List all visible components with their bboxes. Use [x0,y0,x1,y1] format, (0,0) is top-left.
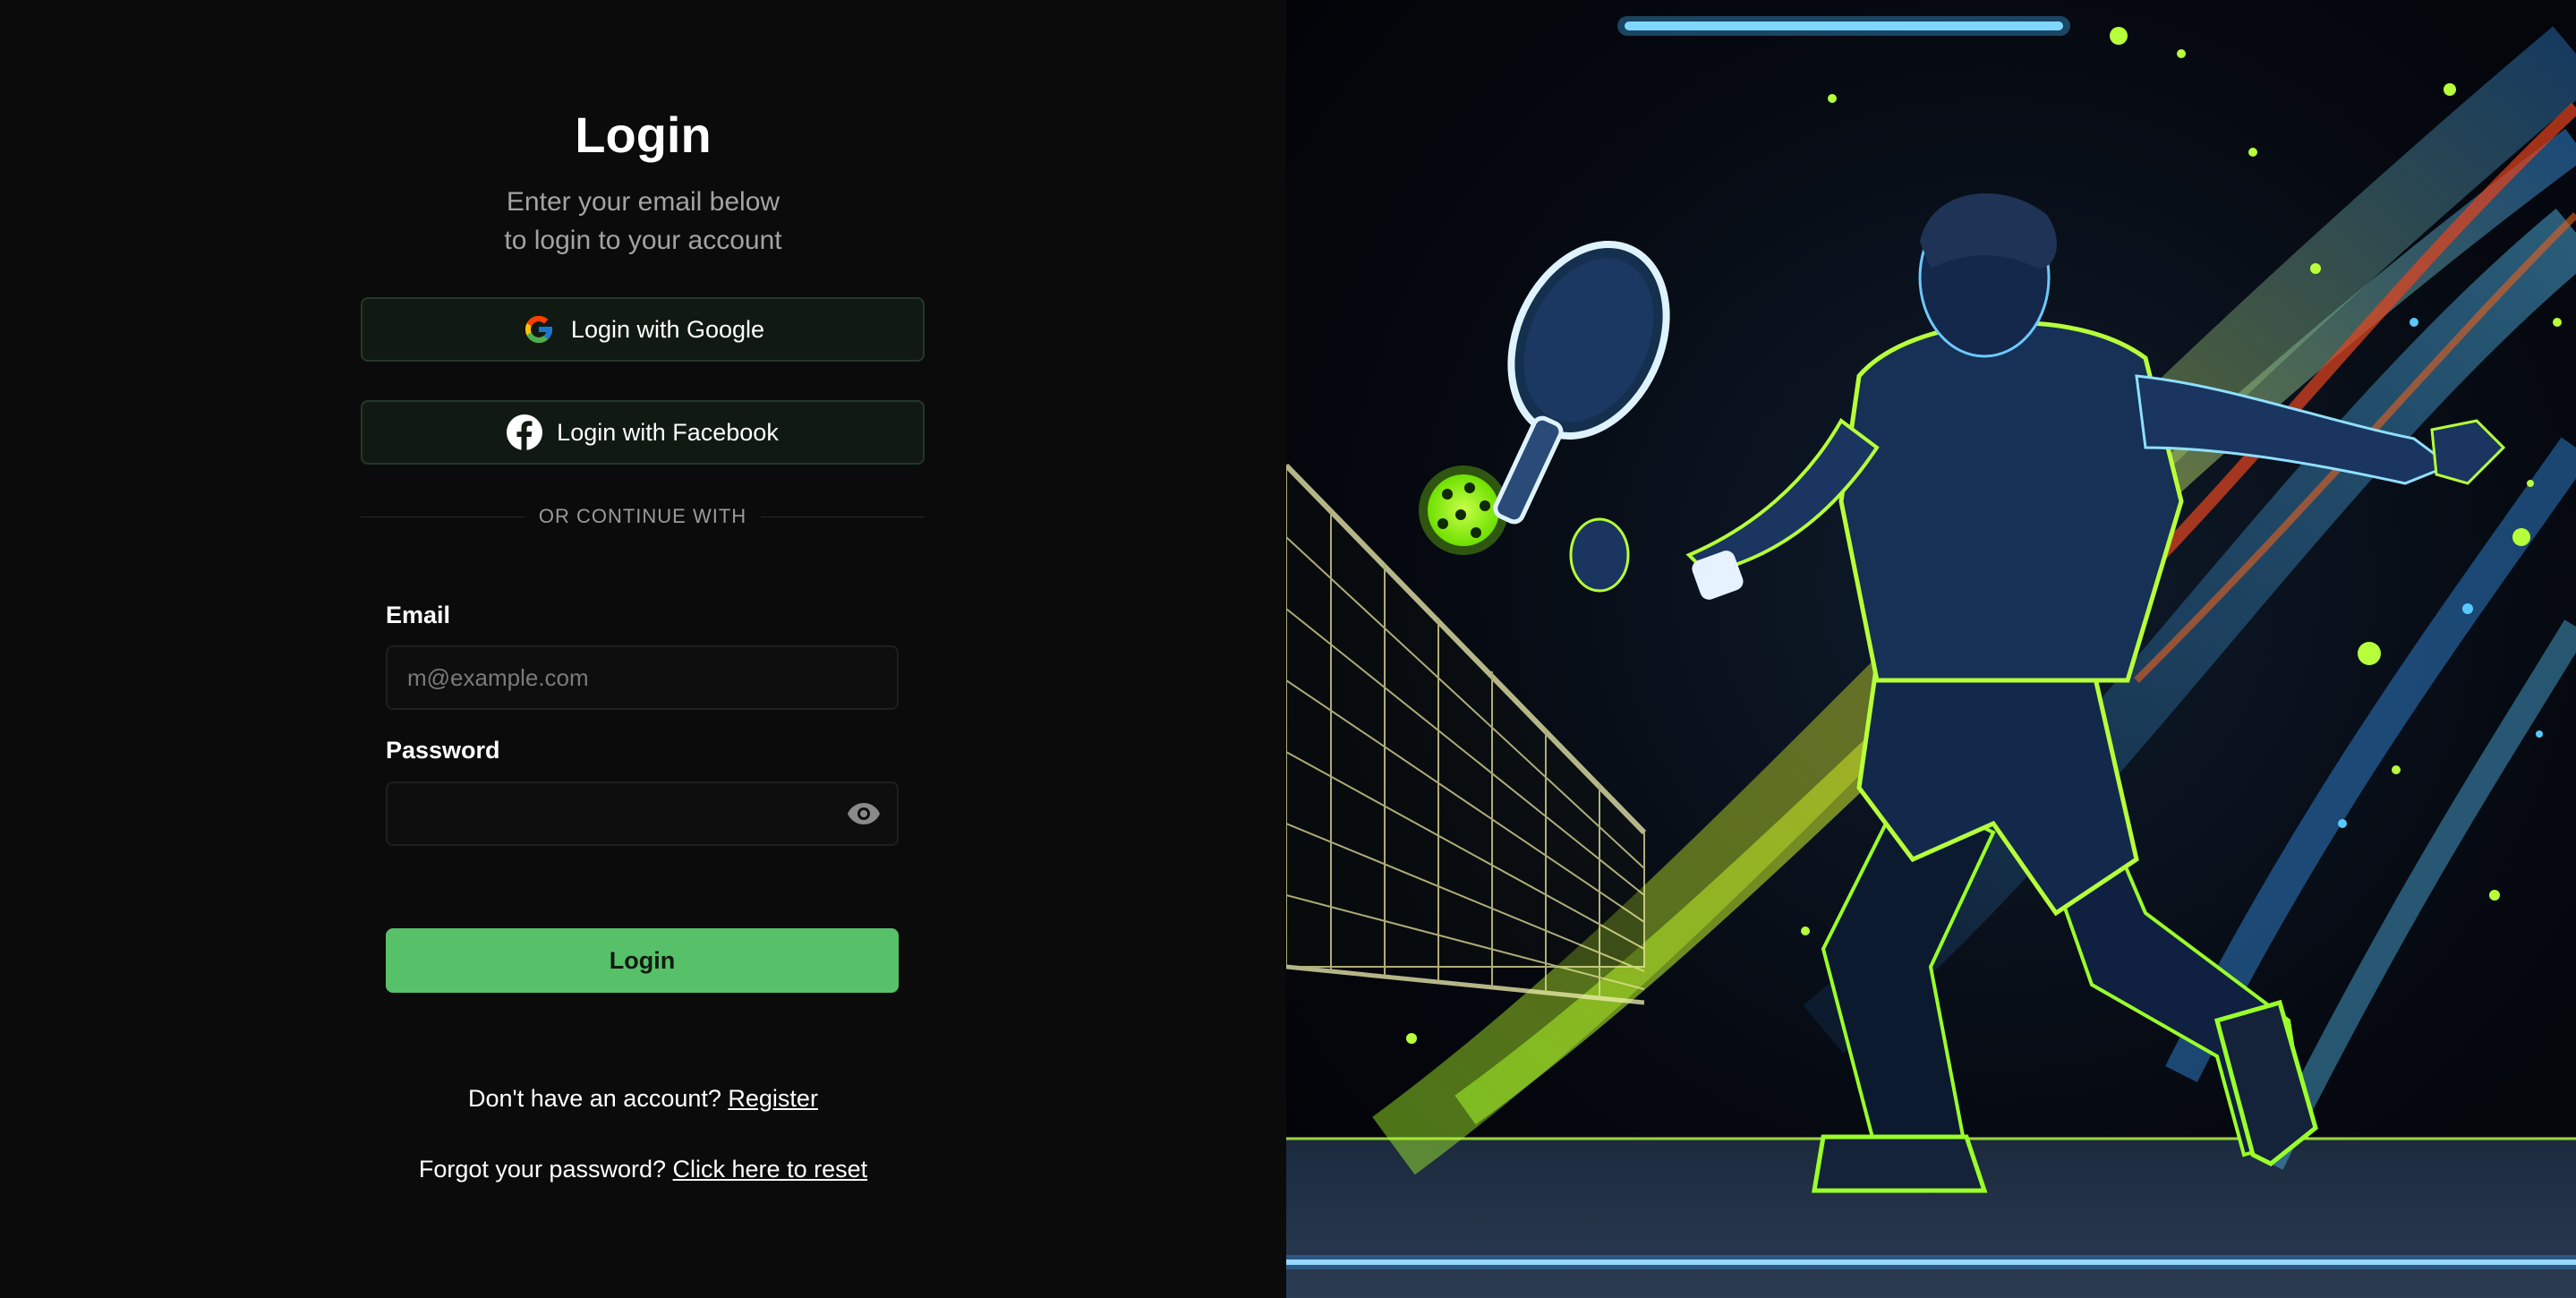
facebook-button-label: Login with Facebook [557,418,779,446]
subtitle-line-1: Enter your email below [506,187,780,217]
page-title: Login [575,107,712,163]
email-label: Email [386,602,451,628]
login-with-facebook-button[interactable]: Login with Facebook [361,400,925,465]
register-prompt: Don't have an account? [468,1085,721,1112]
password-label: Password [386,737,500,764]
subtitle-line-2: to login to your account [504,226,782,255]
login-submit-button[interactable]: Login [386,928,899,993]
login-panel: Login Enter your email below to login to… [0,0,1286,1298]
register-row: Don't have an account? Register [0,1085,1286,1113]
google-button-label: Login with Google [570,315,765,343]
login-page: Login Enter your email below to login to… [0,0,2576,1298]
divider-text: OR CONTINUE WITH [538,505,747,527]
or-divider: OR CONTINUE WITH [361,503,925,530]
email-input[interactable] [386,645,899,710]
login-with-google-button[interactable]: Login with Google [361,297,925,362]
google-logo-icon [521,312,557,347]
reset-password-link[interactable]: Click here to reset [673,1156,868,1183]
reset-row: Forgot your password? Click here to rese… [0,1156,1286,1183]
register-link[interactable]: Register [728,1085,818,1112]
facebook-logo-icon [507,414,543,450]
eye-icon[interactable] [846,800,882,827]
hero-image [1286,0,2576,1298]
password-input[interactable] [386,781,899,846]
reset-prompt: Forgot your password? [418,1156,667,1183]
page-subtitle: Enter your email below to login to your … [0,183,1286,260]
hero-illustration [1286,16,2576,1298]
